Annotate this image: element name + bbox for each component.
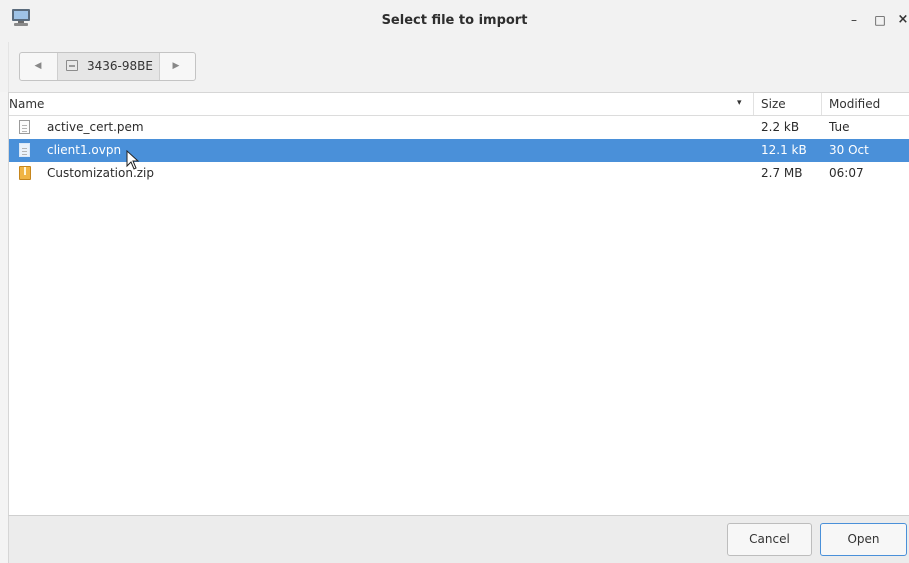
- file-modified: Tue: [829, 120, 850, 134]
- drive-icon: [66, 60, 78, 71]
- chevron-right-icon[interactable]: ▶: [170, 59, 182, 73]
- file-list: Name ▾ Size Modified active_cert.pem 2.2…: [8, 92, 909, 516]
- file-size: 2.2 kB: [761, 120, 800, 134]
- column-header-size[interactable]: Size: [761, 97, 786, 111]
- path-button-drive[interactable]: 3436-98BE: [57, 53, 160, 80]
- file-size: 2.7 MB: [761, 166, 803, 180]
- sort-descending-icon[interactable]: ▾: [737, 98, 742, 108]
- column-header-modified[interactable]: Modified: [829, 97, 880, 111]
- file-size: 12.1 kB: [761, 143, 807, 157]
- column-separator: [753, 93, 754, 115]
- file-name: active_cert.pem: [47, 120, 144, 134]
- cancel-button[interactable]: Cancel: [727, 523, 812, 556]
- close-button[interactable]: ×: [895, 12, 909, 28]
- file-modified: 06:07: [829, 166, 864, 180]
- column-header-row: Name ▾ Size Modified: [9, 93, 909, 116]
- file-row[interactable]: active_cert.pem 2.2 kB Tue: [9, 116, 909, 139]
- document-icon: [19, 120, 30, 134]
- minimize-button[interactable]: –: [846, 12, 862, 28]
- chevron-left-icon[interactable]: ◀: [32, 59, 44, 73]
- column-header-name[interactable]: Name: [9, 97, 44, 111]
- archive-icon: [19, 166, 31, 180]
- file-row[interactable]: Customization.zip 2.7 MB 06:07: [9, 162, 909, 185]
- path-button-group: ◀ 3436-98BE ▶: [19, 52, 196, 81]
- file-modified: 30 Oct: [829, 143, 869, 157]
- mouse-pointer-icon: [126, 150, 140, 170]
- maximize-button[interactable]: □: [872, 12, 888, 28]
- open-button[interactable]: Open: [820, 523, 907, 556]
- column-separator: [821, 93, 822, 115]
- title-bar: Select file to import – □ ×: [0, 0, 909, 43]
- file-name: client1.ovpn: [47, 143, 122, 157]
- path-label: 3436-98BE: [87, 59, 153, 73]
- document-icon: [19, 143, 30, 157]
- divider: [8, 42, 9, 92]
- window-title: Select file to import: [381, 13, 528, 28]
- file-row-selected[interactable]: client1.ovpn 12.1 kB 30 Oct: [9, 139, 909, 162]
